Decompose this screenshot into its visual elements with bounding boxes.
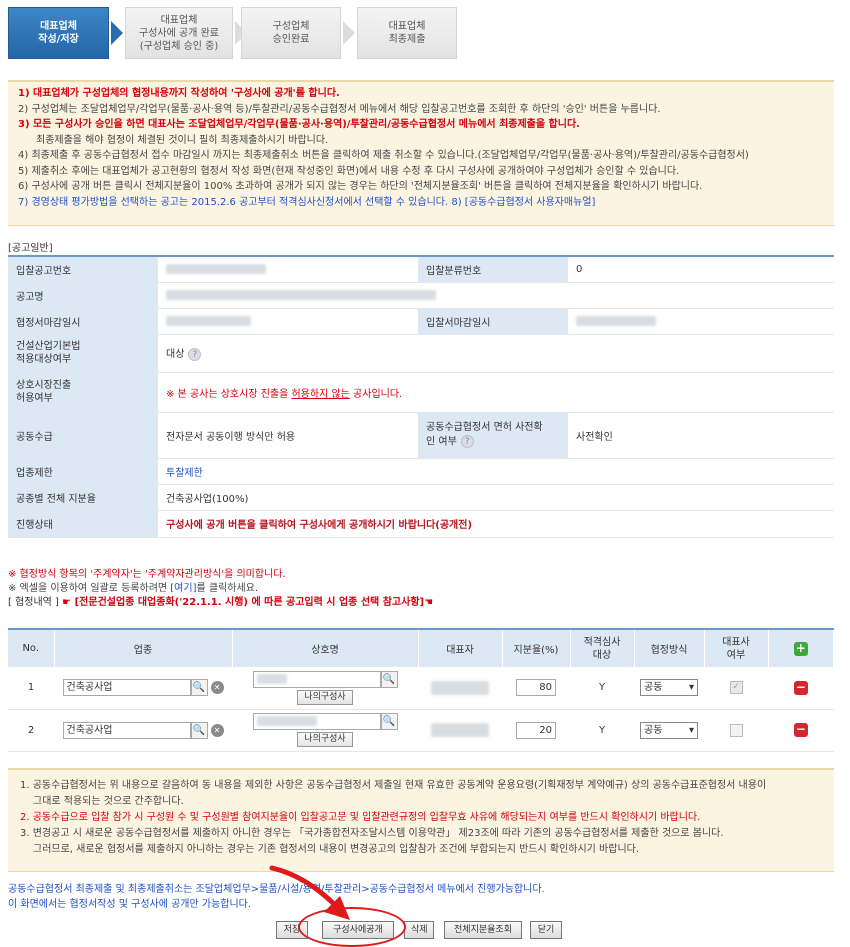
remove-row-icon[interactable]: −: [793, 723, 808, 737]
help-icon[interactable]: ?: [460, 434, 474, 448]
partner-notes: ※ 협정방식 항목의 '주계약자'는 '주계약자관리방식'을 의미합니다. ※ …: [8, 568, 433, 610]
mutual-market-label: 상호시장진출 허용여부: [8, 372, 158, 413]
bid-no-label: 입찰공고번호: [8, 256, 158, 283]
step-1: 대표업체 작성/저장: [8, 7, 109, 59]
method-select[interactable]: 공동: [640, 679, 698, 697]
industry-input[interactable]: 건축공사업: [62, 679, 191, 697]
clear-icon[interactable]: ✕: [210, 681, 224, 695]
rep-value: [431, 723, 489, 737]
notice-info-table: 입찰공고번호 입찰분류번호 0 공고명 협정서마감일시 입찰서마감일시 건설산업…: [8, 255, 834, 538]
notice-line-6: 6) 구성사에 공개 버튼 클릭시 전체지분율이 100% 초과하여 공개가 되…: [18, 181, 703, 192]
my-company-button[interactable]: 나의구성사: [297, 732, 353, 747]
total-share-button[interactable]: 전체지분율조회: [444, 921, 522, 939]
partner-table: No. 업종 상호명 대표자 지분율(%) 적격심사 대상 협정방식 대표사 여…: [8, 628, 834, 752]
step-2: 대표업체 구성사에 공개 완료 (구성업체 승인 중): [125, 7, 233, 59]
share-label: 공종별 전체 지분율: [8, 484, 158, 511]
agreement-notice-box: 1. 공동수급협정서는 위 내용으로 갈음하여 동 내용을 제외한 사항은 공동…: [8, 768, 834, 872]
col-no: No.: [8, 629, 55, 667]
progress-steps: 대표업체 작성/저장 대표업체 구성사에 공개 완료 (구성업체 승인 중) 구…: [8, 7, 468, 61]
section-title: [공고일반]: [8, 243, 53, 254]
search-icon[interactable]: 🔍: [190, 721, 208, 739]
construction-law-label: 건설산업기본법 적용대상여부: [8, 334, 158, 373]
notice-line-2: 2) 구성업체는 조달업체업무/각업무(물품·공사·용역 등)/투찰관리/공동수…: [18, 103, 661, 115]
share-input[interactable]: 20: [516, 721, 556, 739]
search-icon[interactable]: 🔍: [190, 679, 208, 697]
joint-value: 전자문서 공동이행 방식만 허용: [158, 412, 418, 459]
bid-deadline-label: 입찰서마감일시: [418, 308, 568, 335]
notice-name-value: [166, 289, 436, 300]
notice-line-3: 3) 모든 구성사가 승인을 하면 대표사는 조달업체업무/각업무(물품·공사·…: [18, 119, 580, 130]
notice-line-4: 4) 최종제출 후 공동수급협정서 접수 마감일시 까지는 최종제출취소 버튼을…: [18, 150, 749, 161]
company-input[interactable]: [252, 713, 381, 730]
joint-label: 공동수급: [8, 412, 158, 459]
highlight-circle: [298, 907, 406, 947]
restrict-label: 업종제한: [8, 458, 158, 485]
rep-value: [431, 680, 489, 695]
company-input[interactable]: [252, 670, 381, 688]
search-icon[interactable]: 🔍: [380, 713, 398, 730]
notice2-line-3: 3. 변경공고 시 새로운 공동수급협정서를 제출하지 아니한 경우는 「국가종…: [20, 828, 724, 839]
rep-checkbox[interactable]: ✓: [729, 681, 743, 695]
col-industry: 업종: [54, 629, 233, 667]
deadline-value: [166, 315, 251, 326]
share-input[interactable]: 80: [516, 679, 556, 697]
excel-upload-link[interactable]: [여기]: [170, 583, 196, 594]
notice2-line-1b: 그대로 적용되는 것으로 간주합니다.: [33, 796, 184, 807]
status-label: 진행상태: [8, 510, 158, 538]
user-manual-link[interactable]: [공동수급협정서 사용자매뉴얼]: [465, 197, 596, 208]
notice-line-1: 1) 대표업체가 구성업체의 협정내용까지 작성하여 '구성사에 공개'를 합니…: [18, 88, 340, 99]
col-method: 협정방식: [634, 629, 705, 667]
delete-button[interactable]: 삭제: [404, 921, 434, 939]
add-row-icon[interactable]: +: [793, 641, 808, 656]
col-company: 상호명: [232, 629, 419, 667]
share-value: 건축공사업(100%): [158, 484, 834, 511]
col-share: 지분율(%): [502, 629, 571, 667]
step-arrow-icon: [343, 21, 355, 45]
note-line-3: [ 협정내역 ] ☛ [전문건설업종 대업종화('22.1.1. 시행) 에 따…: [8, 597, 434, 608]
step-3: 구성업체 승인완료: [241, 7, 341, 59]
deadline-label: 협정서마감일시: [8, 308, 158, 335]
col-rep: 대표자: [418, 629, 503, 667]
joint-exempt-value: 사전확인: [568, 412, 834, 459]
joint-exempt-label: 공동수급협정서 면허 사전확 인 여부?: [418, 412, 568, 459]
status-value: 구성사에 공개 버튼을 클릭하여 구성사에게 공개하시기 바랍니다(공개전): [158, 510, 834, 538]
note-line-2: ※ 엑셀을 이용하여 일괄로 등록하려면 [여기]를 클릭하세요.: [8, 583, 259, 594]
bid-deadline-value: [576, 315, 656, 326]
search-icon[interactable]: 🔍: [380, 670, 398, 688]
col-rep-yn: 대표사 여부: [704, 629, 769, 667]
notice2-line-3b: 그러므로, 새로운 협정서를 제출하지 아니하는 경우는 기존 협정서의 내용이…: [33, 844, 640, 855]
note-line-1: ※ 협정방식 항목의 '주계약자'는 '주계약자관리방식'을 의미합니다.: [8, 569, 286, 580]
notice2-line-1: 1. 공동수급협정서는 위 내용으로 갈음하여 동 내용을 제외한 사항은 공동…: [20, 780, 767, 791]
notice-line-5: 5) 제출취소 후에는 대표업체가 공고현황의 협정서 작성 화면(현재 작성중…: [18, 165, 680, 177]
notice-line-3b: 최종제출을 해야 협정이 체결된 것이니 필히 최종제출하시기 바랍니다.: [36, 134, 329, 146]
table-row: 2 건축공사업🔍✕ 🔍 나의구성사 20 Y 공동 −: [8, 709, 834, 752]
bid-class-value: 0: [568, 256, 834, 283]
notice-name-label: 공고명: [8, 282, 158, 309]
instruction-box: 1) 대표업체가 구성업체의 협정내용까지 작성하여 '구성사에 공개'를 합니…: [8, 80, 834, 226]
table-row: 1 건축공사업🔍✕ 🔍 나의구성사 80 Y 공동 ✓ −: [8, 667, 834, 710]
construction-law-value: 대상: [166, 349, 185, 361]
bid-class-label: 입찰분류번호: [418, 256, 568, 283]
close-button[interactable]: 닫기: [530, 921, 562, 939]
industry-input[interactable]: 건축공사업: [62, 721, 191, 739]
notice2-line-2: 2. 공동수급으로 입찰 참가 시 구성원 수 및 구성원별 참여지분율이 입찰…: [20, 812, 701, 823]
restrict-link[interactable]: 투찰제한: [166, 468, 203, 479]
bid-no-value: [166, 263, 266, 274]
my-company-button[interactable]: 나의구성사: [297, 689, 353, 705]
remove-row-icon[interactable]: −: [793, 680, 808, 695]
method-select[interactable]: 공동: [640, 721, 698, 739]
clear-icon[interactable]: ✕: [210, 723, 224, 737]
help-icon[interactable]: ?: [188, 347, 202, 361]
col-eligible: 적격심사 대상: [570, 629, 635, 667]
mutual-market-value: ※ 본 공사는 상호시장 진출을 허용하지 않는 공사입니다.: [158, 372, 834, 413]
industry-reference-link[interactable]: ☛ [전문건설업종 대업종화('22.1.1. 시행) 에 따른 공고입력 시 …: [62, 597, 433, 608]
step-4: 대표업체 최종제출: [357, 7, 457, 59]
notice-line-7: 7) 경영상태 평가방법을 선택하는 공고는 2015.2.6 공고부터 적격심…: [18, 196, 596, 208]
step-arrow-icon: [111, 21, 123, 45]
rep-checkbox[interactable]: [729, 723, 743, 737]
